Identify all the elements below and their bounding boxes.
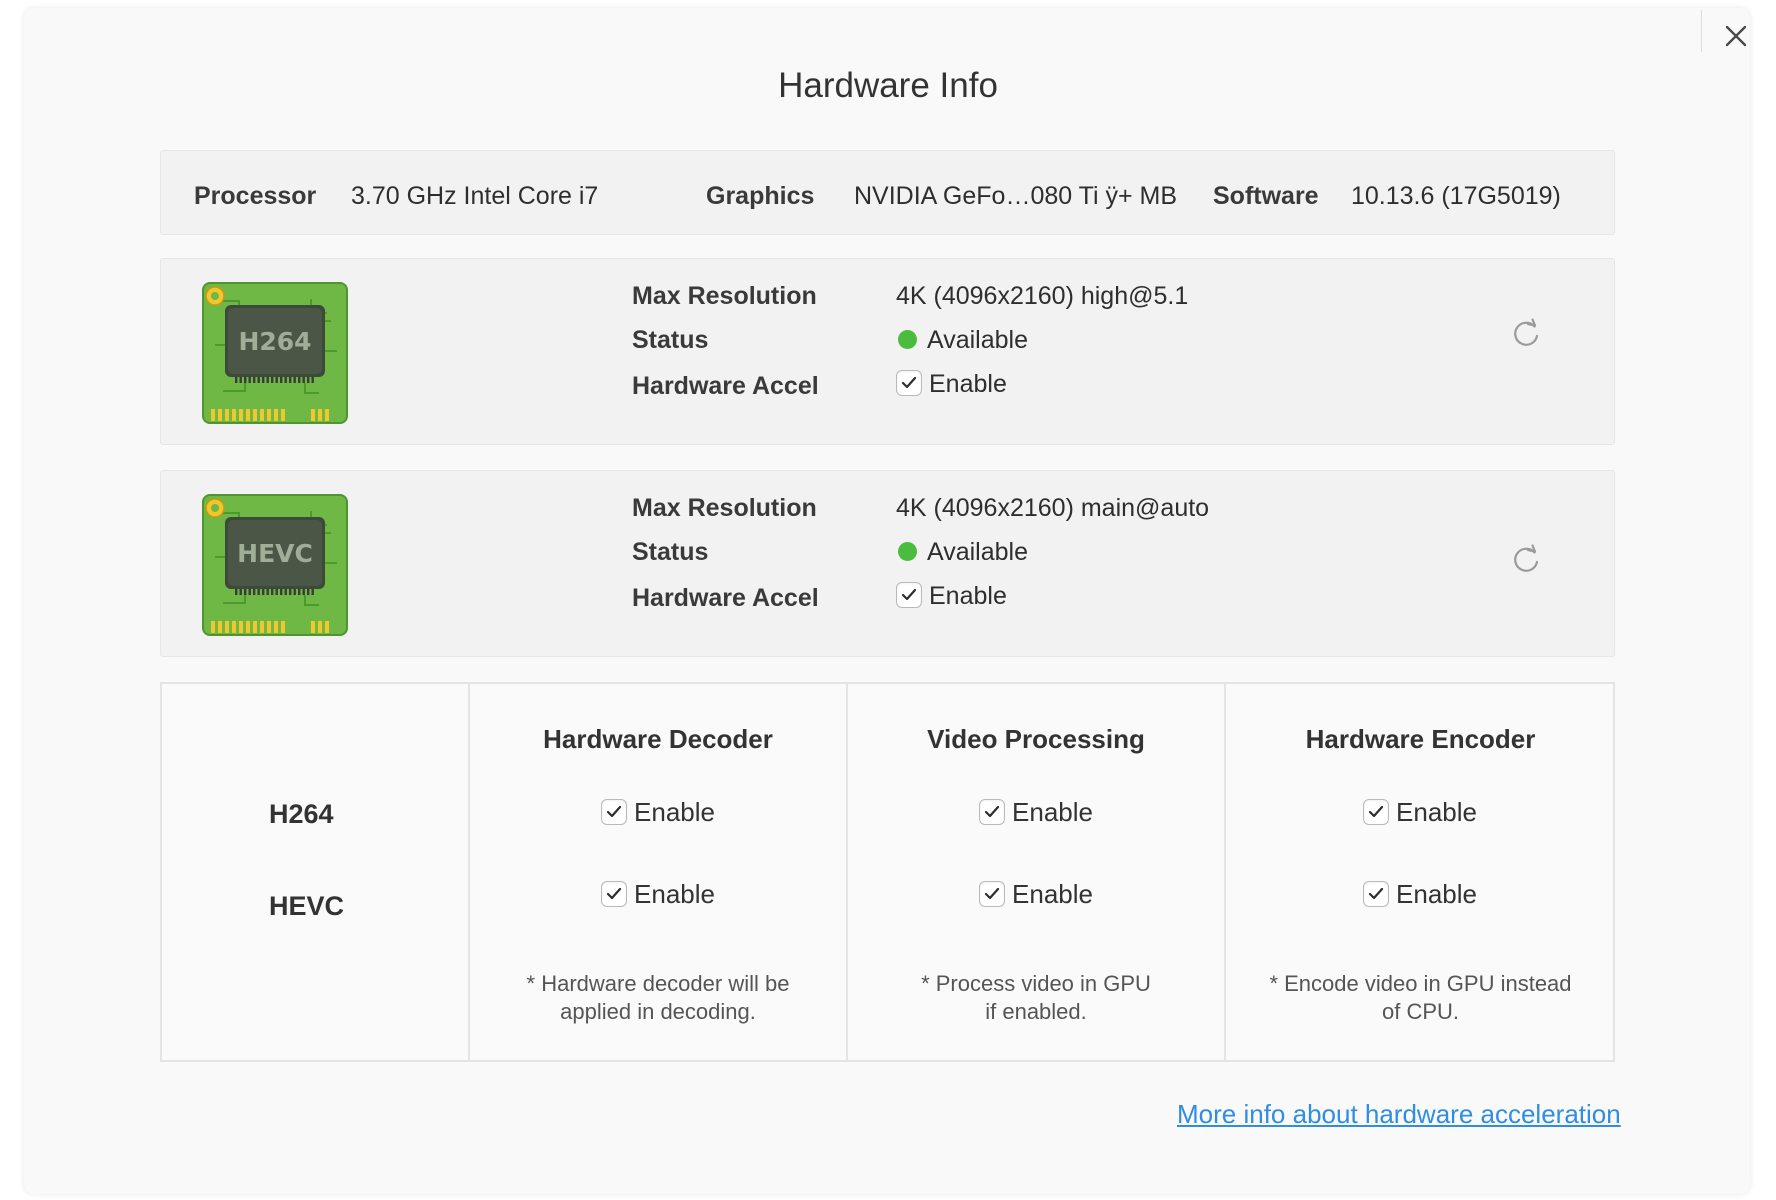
processing-note-line2: if enabled. xyxy=(985,999,1087,1024)
status-label: Status xyxy=(632,538,709,566)
hardware-accel-label: Hardware Accel xyxy=(632,584,819,612)
refresh-button[interactable] xyxy=(1510,317,1544,351)
checkbox[interactable] xyxy=(1363,881,1390,908)
graphics-value: NVIDIA GeFo…080 Ti ÿ+ MB xyxy=(854,182,1178,210)
checkbox[interactable] xyxy=(601,881,628,908)
checkmark-icon xyxy=(1368,888,1384,900)
codec-card-hevc: HEVC Max Resolution 4K (4096x2160) main@au… xyxy=(160,470,1615,657)
checkbox-label: Enable xyxy=(929,370,1007,398)
matrix-cell: Enable xyxy=(598,879,718,910)
status-label: Status xyxy=(632,326,709,354)
max-resolution-label: Max Resolution xyxy=(632,282,817,310)
software-label: Software xyxy=(1213,182,1319,210)
checkbox[interactable] xyxy=(601,799,628,826)
max-resolution-value: 4K (4096x2160) high@5.1 xyxy=(896,282,1189,310)
status-value: Available xyxy=(927,538,1029,566)
matrix-row-label-h264: H264 xyxy=(269,799,334,829)
encoder-note-line1: * Encode video in GPU instead xyxy=(1269,971,1572,996)
dialog-title: Hardware Info xyxy=(778,66,998,105)
column-header-video-processing: Video Processing xyxy=(927,724,1145,754)
encoder-note-line2: of CPU. xyxy=(1381,999,1460,1024)
matrix-cell: Enable xyxy=(598,797,718,828)
checkbox-label: Enable xyxy=(1012,879,1093,909)
system-info-bar: Processor 3.70 GHz Intel Core i7 Graphic… xyxy=(160,150,1615,235)
software-value: 10.13.6 (17G5019) xyxy=(1351,182,1561,210)
svg-text:HEVC: HEVC xyxy=(237,539,313,568)
checkmark-icon xyxy=(984,806,1000,818)
chip-icon: H264 xyxy=(201,281,349,427)
checkbox-label: Enable xyxy=(929,582,1007,610)
refresh-icon xyxy=(1514,318,1539,346)
hardware-acceleration-info-link[interactable]: More info about hardware acceleration xyxy=(1177,1099,1621,1130)
checkbox-label: Enable xyxy=(1396,879,1477,909)
enable-checkbox[interactable]: Enable xyxy=(601,797,715,827)
enable-checkbox[interactable]: Enable xyxy=(896,582,1007,610)
status-value: Available xyxy=(927,326,1029,354)
hardware-accel-toggle: Enable xyxy=(896,370,1007,398)
enable-checkbox[interactable]: Enable xyxy=(601,879,715,909)
column-header-hardware-encoder: Hardware Encoder xyxy=(1305,724,1536,754)
enable-checkbox[interactable]: Enable xyxy=(979,797,1093,827)
codec-card-h264: H264 Max Resolution 4K (4096x2160) high@5.… xyxy=(160,258,1615,445)
checkmark-icon xyxy=(901,377,917,389)
matrix-cell: Enable xyxy=(1360,797,1480,828)
checkmark-icon xyxy=(901,589,917,601)
max-resolution-label: Max Resolution xyxy=(632,494,817,522)
matrix-cell: Enable xyxy=(1360,879,1480,910)
status-value-wrap: Available xyxy=(896,326,1028,354)
capability-matrix: H264 HEVC Hardware Decoder Video Process… xyxy=(160,682,1615,1062)
refresh-button[interactable] xyxy=(1510,543,1544,577)
encoder-note: * Encode video in GPU instead of CPU. xyxy=(1226,970,1615,1026)
checkbox-label: Enable xyxy=(634,797,715,827)
status-dot-icon xyxy=(898,329,917,349)
checkmark-icon xyxy=(606,888,622,900)
checkbox-label: Enable xyxy=(634,879,715,909)
enable-checkbox[interactable]: Enable xyxy=(1363,797,1477,827)
processing-note: * Process video in GPU if enabled. xyxy=(848,970,1224,1026)
column-header-hardware-decoder: Hardware Decoder xyxy=(543,724,773,754)
checkbox-label: Enable xyxy=(1396,797,1477,827)
close-button[interactable] xyxy=(1718,18,1754,54)
checkbox[interactable] xyxy=(896,582,922,609)
decoder-note: * Hardware decoder will be applied in de… xyxy=(470,970,846,1026)
close-separator xyxy=(1701,10,1702,52)
checkmark-icon xyxy=(606,806,622,818)
enable-checkbox[interactable]: Enable xyxy=(979,879,1093,909)
processing-note-line1: * Process video in GPU xyxy=(921,971,1151,996)
status-value-wrap: Available xyxy=(896,538,1028,566)
checkmark-icon xyxy=(984,888,1000,900)
enable-checkbox[interactable]: Enable xyxy=(896,370,1007,398)
decoder-note-line2: applied in decoding. xyxy=(560,999,756,1024)
close-icon xyxy=(1725,25,1747,47)
checkbox-label: Enable xyxy=(1012,797,1093,827)
checkbox[interactable] xyxy=(979,881,1006,908)
decoder-note-line1: * Hardware decoder will be xyxy=(526,971,790,996)
enable-checkbox[interactable]: Enable xyxy=(1363,879,1477,909)
checkbox[interactable] xyxy=(896,370,922,397)
chip-icon: HEVC xyxy=(201,493,349,639)
status-dot-icon xyxy=(898,541,917,561)
hardware-accel-toggle: Enable xyxy=(896,582,1007,610)
matrix-row-label-hevc: HEVC xyxy=(269,891,345,921)
checkbox[interactable] xyxy=(1363,799,1390,826)
max-resolution-value: 4K (4096x2160) main@auto xyxy=(896,494,1210,522)
graphics-label: Graphics xyxy=(706,182,815,210)
checkbox[interactable] xyxy=(979,799,1006,826)
processor-label: Processor xyxy=(194,182,317,210)
refresh-icon xyxy=(1514,544,1539,572)
processor-value: 3.70 GHz Intel Core i7 xyxy=(351,182,599,210)
hardware-accel-label: Hardware Accel xyxy=(632,372,819,400)
matrix-cell: Enable xyxy=(976,797,1096,828)
checkmark-icon xyxy=(1368,806,1384,818)
matrix-cell: Enable xyxy=(976,879,1096,910)
svg-text:H264: H264 xyxy=(238,327,311,356)
